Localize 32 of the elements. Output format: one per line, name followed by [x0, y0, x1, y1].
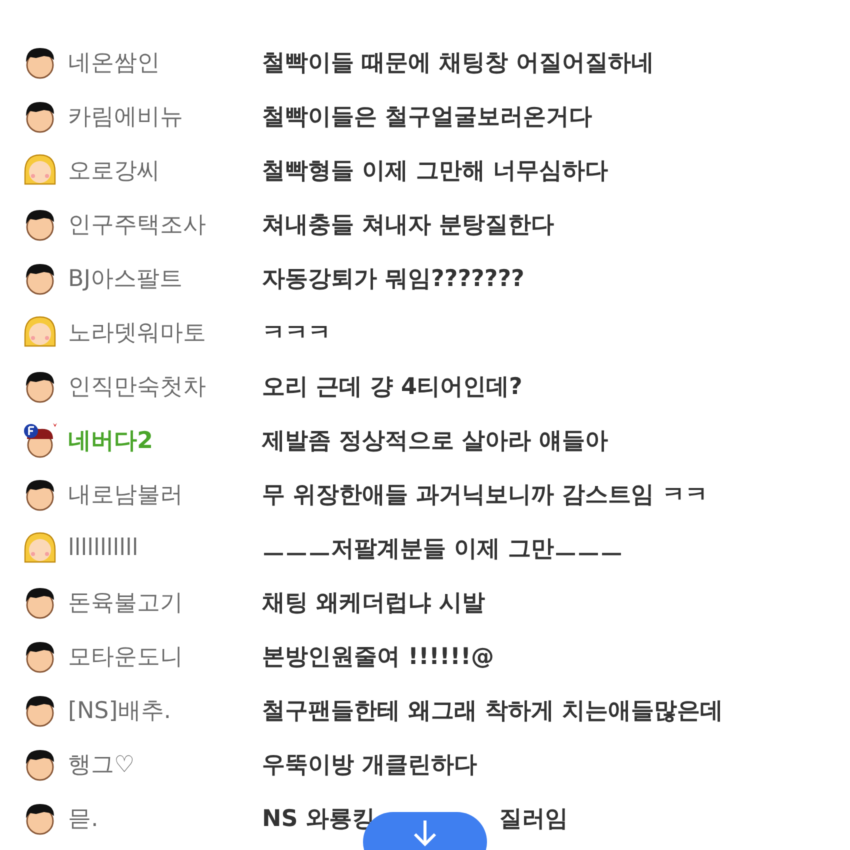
- user-name: 믇.: [68, 804, 100, 834]
- chat-message: 무 위장한애들 과거닉보니까 감스트임 ㅋㅋ: [262, 480, 708, 510]
- chat-message: 자동강퇴가 뭐임???????: [262, 264, 524, 294]
- user-name: 모타운도니: [68, 642, 184, 672]
- user-name: 인직만숙첫차: [68, 372, 207, 402]
- user-name: 오로강씨: [68, 156, 161, 186]
- cap-avatar-icon: [22, 422, 58, 458]
- chat-message: 오리 근데 걍 4티어인데?: [262, 372, 522, 402]
- user-name: 내로남불러: [68, 480, 184, 510]
- user-name: 네온쌈인: [68, 48, 161, 78]
- user-name: 인구주택조사: [68, 210, 207, 240]
- chat-message: 철빡이들은 철구얼굴보러온거다: [262, 102, 592, 132]
- user-name: 카림에비뉴: [68, 102, 184, 132]
- user-name: 네버다2: [68, 426, 154, 456]
- chat-message: 철구팬들한테 왜그래 착하게 치는애들많은데: [262, 696, 724, 726]
- chat-message: 질러임: [498, 804, 568, 834]
- chat-message: 제발좀 정상적으로 살아라 얘들아: [262, 426, 608, 456]
- chat-message: 채팅 왜케더럽냐 시발: [262, 588, 486, 618]
- chat-message: 철빡형들 이제 그만해 너무심하다: [262, 156, 608, 186]
- user-name: BJ아스팔트: [68, 264, 184, 294]
- user-name: lllllllllll: [68, 535, 140, 561]
- user-name: [NS]배추.: [68, 696, 172, 726]
- chat-message: 쳐내충들 쳐내자 분탕질한다: [262, 210, 554, 240]
- chat-message: 본방인원줄여 !!!!!!@: [262, 642, 494, 672]
- user-name: 돈육불고기: [68, 588, 184, 618]
- chat-message: NS 와룡킹: [262, 804, 375, 834]
- chat-message: 우뚝이방 개클린하다: [262, 750, 478, 780]
- user-name: 노라뎃워마토: [68, 318, 207, 348]
- chat-message: ㅋㅋㅋ: [262, 318, 331, 348]
- chat-message: ㅡㅡㅡ저팔계분들 이제 그만ㅡㅡㅡ: [262, 534, 624, 564]
- chat-message: 철빡이들 때문에 채팅창 어질어질하네: [262, 48, 654, 78]
- user-name: 행그♡: [68, 750, 136, 780]
